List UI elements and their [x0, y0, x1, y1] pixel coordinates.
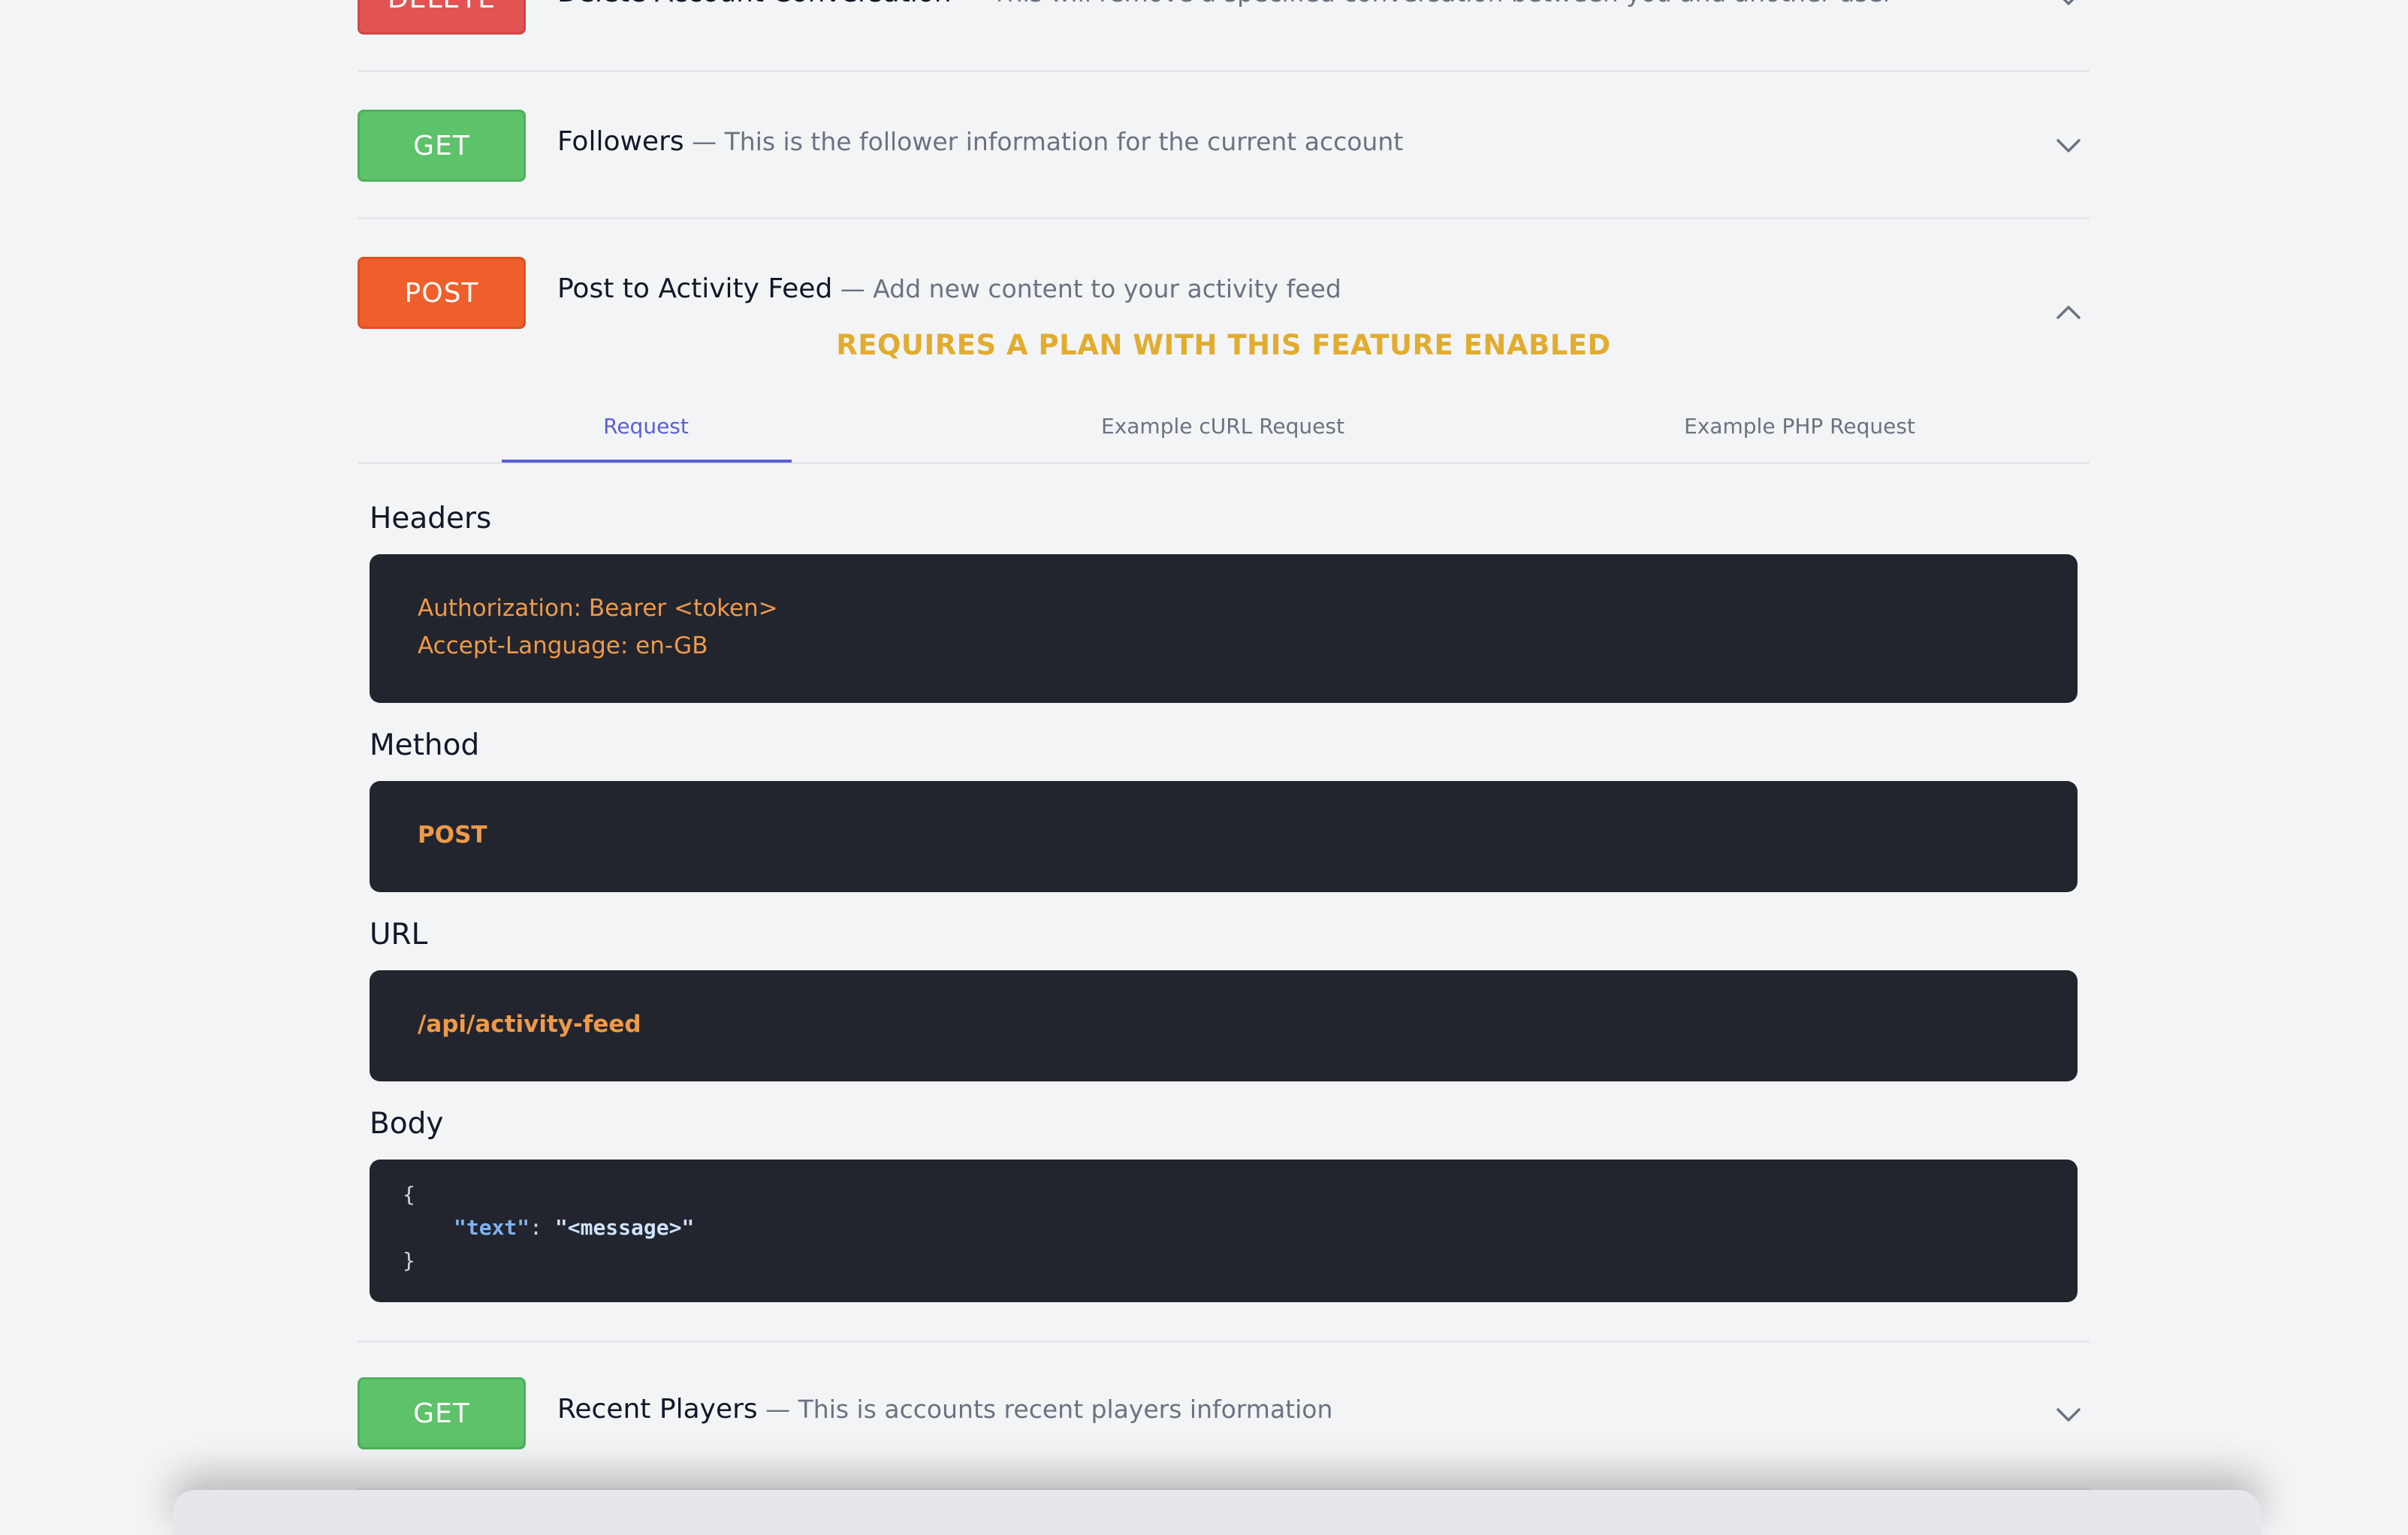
endpoint-name: Post to Activity Feed — [557, 273, 833, 304]
endpoint-title: Delete Account Conversation — This will … — [557, 0, 1893, 8]
method-badge: DELETE — [358, 0, 526, 35]
endpoint-name: Followers — [557, 126, 684, 157]
body-code-block: { "text": "<message>" } — [370, 1160, 2078, 1302]
method-badge: GET — [358, 1377, 526, 1449]
endpoint-row-followers[interactable]: GET Followers — This is the follower inf… — [358, 72, 2090, 219]
body-label: Body — [370, 1107, 444, 1141]
headers-code-block: Authorization: Bearer <token> Accept-Lan… — [370, 554, 2078, 703]
plan-requirement-notice: REQUIRES A PLAN WITH THIS FEATURE ENABLE… — [836, 329, 1611, 361]
bottom-panel-edge — [173, 1490, 2261, 1535]
endpoint-description: — This is the follower information for t… — [683, 127, 1404, 156]
chevron-down-icon[interactable] — [2052, 129, 2085, 162]
body-field-separator: : — [530, 1215, 555, 1240]
url-label: URL — [370, 918, 428, 951]
endpoint-list: DELETE Delete Account Conversation — Thi… — [358, 0, 2090, 1514]
header-line-authorization: Authorization: Bearer <token> — [418, 595, 778, 622]
tab-example-php-request[interactable]: Example PHP Request — [1511, 388, 2088, 464]
method-label: Method — [370, 728, 480, 762]
endpoint-name: Recent Players — [557, 1394, 758, 1425]
chevron-down-icon[interactable] — [2052, 1398, 2085, 1431]
url-code-block: /api/activity-feed — [370, 970, 2078, 1081]
endpoint-name: Delete Account Conversation — [557, 0, 952, 8]
endpoint-row-recent-players[interactable]: GET Recent Players — This is accounts re… — [358, 1343, 2090, 1490]
body-field-key: "text" — [454, 1215, 530, 1240]
method-value: POST — [418, 822, 487, 849]
endpoint-title: Recent Players — This is accounts recent… — [557, 1394, 1332, 1425]
endpoint-title[interactable]: Post to Activity Feed — Add new content … — [557, 273, 1341, 304]
method-code-block: POST — [370, 781, 2078, 892]
endpoint-title: Followers — This is the follower informa… — [557, 126, 1403, 157]
chevron-down-icon[interactable] — [2052, 0, 2085, 15]
request-tabs: Request Example cURL Request Example PHP… — [358, 388, 2090, 464]
headers-label: Headers — [370, 502, 492, 535]
url-value: /api/activity-feed — [418, 1011, 641, 1038]
active-tab-indicator — [502, 460, 792, 463]
header-line-accept-language: Accept-Language: en-GB — [418, 632, 708, 659]
body-field-line: "text": "<message>" — [454, 1215, 694, 1240]
endpoint-description: — Add new content to your activity feed — [832, 274, 1341, 303]
method-badge[interactable]: POST — [358, 257, 526, 329]
endpoint-description: — This will remove a specified conversat… — [952, 0, 1893, 8]
body-open-brace: { — [403, 1182, 415, 1207]
tab-example-curl-request[interactable]: Example cURL Request — [934, 388, 1511, 464]
body-close-brace: } — [403, 1248, 415, 1273]
endpoint-description: — This is accounts recent players inform… — [757, 1395, 1333, 1424]
body-field-value: "<message>" — [554, 1215, 695, 1240]
tab-request[interactable]: Request — [358, 388, 934, 464]
chevron-up-icon[interactable] — [2052, 296, 2085, 329]
endpoint-row-delete-account-conversation[interactable]: DELETE Delete Account Conversation — Thi… — [358, 0, 2090, 72]
method-badge: GET — [358, 110, 526, 182]
